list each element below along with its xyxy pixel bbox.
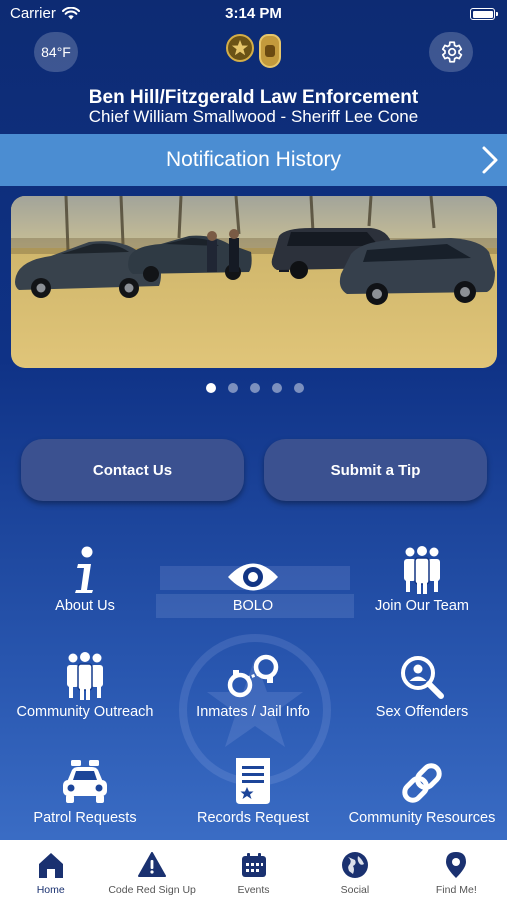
contact-us-label: Contact Us: [92, 461, 173, 479]
carousel-dot[interactable]: [250, 383, 260, 393]
police-badge-icon: [259, 34, 281, 68]
grid-label-community-resources: Community Resources: [348, 810, 496, 826]
warning-icon: [138, 852, 167, 877]
grid-item-patrol-requests[interactable]: Patrol Requests: [1, 746, 169, 841]
tab-code-red-label: Code Red Sign Up: [108, 884, 196, 896]
photo-carousel[interactable]: [11, 196, 497, 368]
carousel-dot[interactable]: [294, 383, 304, 393]
eye-icon: [228, 563, 278, 591]
info-icon: [75, 546, 93, 593]
grid-item-records-request[interactable]: Records Request: [169, 746, 337, 841]
tab-events[interactable]: Events: [203, 840, 304, 900]
search-person-icon: [401, 656, 444, 699]
grid-label-join-our-team: Join Our Team: [374, 598, 470, 614]
team-icon: [404, 546, 440, 594]
agency-subtitle: Chief William Smallwood - Sheriff Lee Co…: [88, 107, 419, 126]
patrol-vehicles-photo: [11, 196, 497, 368]
carousel-dot[interactable]: [272, 383, 282, 393]
group-icon: [67, 652, 103, 700]
grid-item-community-outreach[interactable]: Community Outreach: [1, 640, 169, 735]
grid-label-sex-offenders: Sex Offenders: [375, 704, 469, 720]
sheriff-star-icon: [226, 34, 254, 62]
tab-home-label: Home: [36, 884, 65, 896]
notification-history-bar[interactable]: Notification History: [0, 134, 507, 186]
carousel-dot[interactable]: [206, 383, 216, 393]
weather-badge[interactable]: 84°F: [34, 32, 78, 72]
chevron-right-icon: [482, 146, 498, 174]
tab-social[interactable]: Social: [304, 840, 405, 900]
calendar-icon: [241, 853, 266, 877]
status-time: 3:14 PM: [225, 5, 282, 22]
settings-button[interactable]: [429, 32, 473, 72]
grid-item-sex-offenders[interactable]: Sex Offenders: [338, 640, 506, 735]
agency-logos: [226, 34, 281, 68]
grid-item-bolo[interactable]: BOLO: [169, 534, 337, 629]
police-car-icon: [63, 760, 107, 803]
grid-label-community-outreach: Community Outreach: [16, 704, 154, 720]
location-pin-icon: [446, 852, 467, 878]
tab-find-me[interactable]: Find Me!: [406, 840, 507, 900]
handcuffs-icon: [227, 654, 279, 698]
grid-label-inmates-jail-info: Inmates / Jail Info: [196, 704, 310, 720]
tab-find-me-label: Find Me!: [435, 884, 477, 896]
grid-item-about-us[interactable]: About Us: [1, 534, 169, 629]
notification-history-label: Notification History: [165, 148, 342, 171]
tab-events-label: Events: [237, 884, 270, 896]
contact-us-button[interactable]: Contact Us: [21, 439, 244, 501]
carousel-page-indicator[interactable]: [206, 383, 304, 393]
document-icon: [236, 758, 270, 804]
gear-icon: [441, 41, 463, 63]
submit-tip-label: Submit a Tip: [330, 461, 421, 479]
submit-tip-button[interactable]: Submit a Tip: [264, 439, 487, 501]
tab-code-red-sign-up[interactable]: Code Red Sign Up: [101, 840, 202, 900]
battery-icon: [470, 8, 498, 20]
grid-item-join-our-team[interactable]: Join Our Team: [338, 534, 506, 629]
home-icon: [38, 853, 63, 878]
tab-home[interactable]: Home: [0, 840, 101, 900]
globe-icon: [341, 852, 368, 878]
grid-label-records-request: Records Request: [196, 810, 310, 826]
grid-label-bolo: BOLO: [232, 598, 274, 614]
carousel-dot[interactable]: [228, 383, 238, 393]
agency-title: Ben Hill/Fitzgerald Law Enforcement: [88, 87, 419, 108]
status-bar: Carrier 3:14 PM: [0, 0, 507, 30]
tab-social-label: Social: [340, 884, 370, 896]
link-icon: [402, 763, 442, 803]
grid-label-patrol-requests: Patrol Requests: [33, 810, 137, 826]
grid-item-community-resources[interactable]: Community Resources: [338, 746, 506, 841]
bottom-tab-bar: Home Code Red Sign Up Events Social Find…: [0, 840, 507, 900]
grid-item-inmates-jail-info[interactable]: Inmates / Jail Info: [169, 640, 337, 735]
grid-label-about-us: About Us: [55, 598, 115, 614]
temperature-label: 84°F: [41, 44, 71, 60]
